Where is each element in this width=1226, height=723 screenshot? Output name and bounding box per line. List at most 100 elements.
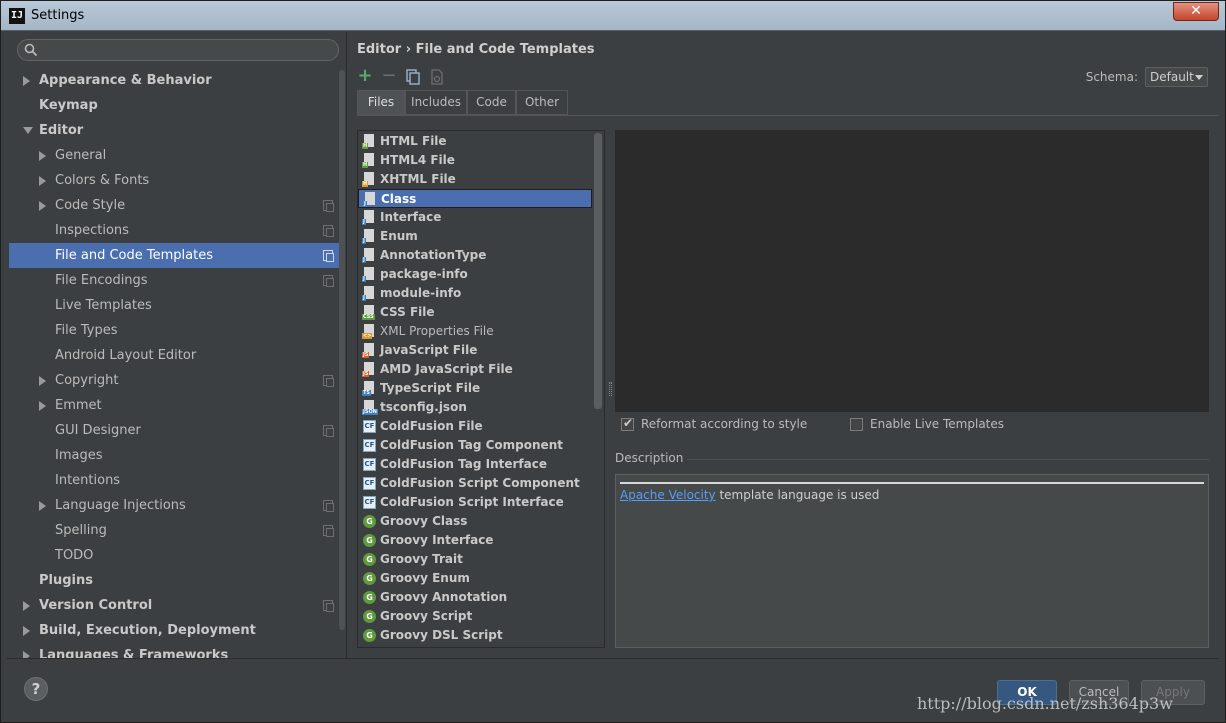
- sidebar-item-intentions[interactable]: Intentions: [9, 468, 345, 493]
- chevron-right-icon[interactable]: [23, 76, 30, 86]
- plus-icon: +: [357, 65, 373, 86]
- chevron-right-icon[interactable]: [39, 176, 46, 186]
- sidebar-item-editor[interactable]: Editor: [9, 118, 345, 143]
- reset-template-button[interactable]: [428, 68, 446, 86]
- template-item-html-file[interactable]: H HTML File: [358, 132, 592, 151]
- template-item-css-file[interactable]: CSS CSS File: [358, 303, 592, 322]
- template-item-coldfusion-tag-interface[interactable]: CF ColdFusion Tag Interface: [358, 455, 592, 474]
- chevron-right-icon[interactable]: [39, 151, 46, 161]
- template-item-xml-properties-file[interactable]: <> XML Properties File: [358, 322, 592, 341]
- chevron-right-icon[interactable]: [39, 401, 46, 411]
- template-item-interface[interactable]: J Interface: [358, 208, 592, 227]
- template-item-enum[interactable]: J Enum: [358, 227, 592, 246]
- schema-dropdown[interactable]: Default: [1145, 67, 1208, 87]
- close-icon: ✕: [1190, 3, 1202, 19]
- sidebar-item-android-layout-editor[interactable]: Android Layout Editor: [9, 343, 345, 368]
- template-editor[interactable]: [615, 130, 1209, 412]
- sidebar-item-language-injections[interactable]: Language Injections: [9, 493, 345, 518]
- template-item-annotationtype[interactable]: J AnnotationType: [358, 246, 592, 265]
- template-name: Groovy Trait: [380, 552, 463, 566]
- sidebar-item-images[interactable]: Images: [9, 443, 345, 468]
- template-item-coldfusion-script-interface[interactable]: CF ColdFusion Script Interface: [358, 493, 592, 512]
- sidebar-item-colors-fonts[interactable]: Colors & Fonts: [9, 168, 345, 193]
- schema-label: Schema:: [1085, 70, 1138, 84]
- groovy-icon: G: [362, 590, 376, 605]
- reformat-checkbox[interactable]: ✔: [621, 416, 634, 431]
- sidebar-item-plugins[interactable]: Plugins: [9, 568, 345, 593]
- remove-template-button[interactable]: −: [380, 67, 398, 86]
- chevron-right-icon[interactable]: [23, 651, 30, 658]
- template-item-groovy-dsl-script[interactable]: G Groovy DSL Script: [358, 626, 592, 645]
- settings-sidebar: Appearance & Behavior Keymap Editor General…: [7, 32, 347, 658]
- search-input[interactable]: [17, 39, 339, 61]
- sidebar-item-emmet[interactable]: Emmet: [9, 393, 345, 418]
- sidebar-scrollbar[interactable]: [339, 70, 345, 630]
- template-item-coldfusion-file[interactable]: CF ColdFusion File: [358, 417, 592, 436]
- template-item-javascript-file[interactable]: JS JavaScript File: [358, 341, 592, 360]
- tab-includes[interactable]: Includes: [405, 90, 467, 115]
- chevron-right-icon[interactable]: [39, 201, 46, 211]
- chevron-right-icon[interactable]: [39, 376, 46, 386]
- sidebar-item-copyright[interactable]: Copyright: [9, 368, 345, 393]
- sidebar-item-todo[interactable]: TODO: [9, 543, 345, 568]
- template-item-groovy-class[interactable]: G Groovy Class: [358, 512, 592, 531]
- breadcrumb: Editor › File and Code Templates: [357, 42, 595, 57]
- template-item-tsconfig-json[interactable]: JSON tsconfig.json: [358, 398, 592, 417]
- template-name: ColdFusion File: [380, 419, 483, 433]
- template-name: ColdFusion Tag Component: [380, 438, 563, 452]
- splitter-handle[interactable]: [609, 382, 612, 396]
- template-item-groovy-trait[interactable]: G Groovy Trait: [358, 550, 592, 569]
- sidebar-item-label: Plugins: [39, 573, 93, 588]
- question-icon: ?: [31, 680, 41, 698]
- sidebar-item-gui-designer[interactable]: GUI Designer: [9, 418, 345, 443]
- template-item-package-info[interactable]: Jpackage-info: [358, 265, 592, 284]
- tab-files[interactable]: Files: [357, 90, 405, 115]
- sidebar-item-file-and-code-templates[interactable]: File and Code Templates: [9, 243, 345, 268]
- template-item-xhtml-file[interactable]: H XHTML File: [358, 170, 592, 189]
- template-name: Groovy DSL Script: [380, 628, 503, 642]
- template-item-coldfusion-tag-component[interactable]: CF ColdFusion Tag Component: [358, 436, 592, 455]
- sidebar-item-file-encodings[interactable]: File Encodings: [9, 268, 345, 293]
- close-button[interactable]: ✕: [1173, 2, 1219, 21]
- help-button[interactable]: ?: [24, 677, 48, 701]
- sidebar-item-build-execution-deployment[interactable]: Build, Execution, Deployment: [9, 618, 345, 643]
- template-item-groovy-interface[interactable]: G Groovy Interface: [358, 531, 592, 550]
- template-item-coldfusion-script-component[interactable]: CF ColdFusion Script Component: [358, 474, 592, 493]
- groovy-icon: G: [362, 552, 376, 567]
- java-enum-icon: J: [362, 229, 376, 244]
- sidebar-item-languages-frameworks[interactable]: Languages & Frameworks: [9, 643, 345, 658]
- template-item-typescript-file[interactable]: TS TypeScript File: [358, 379, 592, 398]
- sidebar-item-live-templates[interactable]: Live Templates: [9, 293, 345, 318]
- sidebar-item-file-types[interactable]: File Types: [9, 318, 345, 343]
- template-item-class[interactable]: J Class: [358, 189, 592, 208]
- apache-velocity-link[interactable]: Apache Velocity: [620, 488, 716, 502]
- chevron-right-icon[interactable]: [23, 601, 30, 611]
- template-item-groovy-annotation[interactable]: G Groovy Annotation: [358, 588, 592, 607]
- live-templates-checkbox[interactable]: [850, 418, 863, 431]
- template-list-scrollbar[interactable]: [594, 133, 602, 409]
- title-bar[interactable]: IJ Settings ✕: [1, 1, 1225, 31]
- sidebar-item-appearance-behavior[interactable]: Appearance & Behavior: [9, 68, 345, 93]
- sidebar-item-version-control[interactable]: Version Control: [9, 593, 345, 618]
- template-item-amd-javascript-file[interactable]: JS AMD JavaScript File: [358, 360, 592, 379]
- copy-template-button[interactable]: [404, 68, 422, 86]
- sidebar-item-label: GUI Designer: [55, 423, 141, 438]
- sidebar-item-spelling[interactable]: Spelling: [9, 518, 345, 543]
- tab-other[interactable]: Other: [516, 90, 568, 115]
- description-body: template language is used: [715, 488, 880, 502]
- chevron-right-icon[interactable]: [23, 626, 30, 636]
- chevron-down-icon[interactable]: [23, 127, 33, 134]
- sidebar-item-keymap[interactable]: Keymap: [9, 93, 345, 118]
- tab-code[interactable]: Code: [467, 90, 516, 115]
- sidebar-item-code-style[interactable]: Code Style: [9, 193, 345, 218]
- template-item-module-info[interactable]: Jmodule-info: [358, 284, 592, 303]
- add-template-button[interactable]: +: [356, 65, 374, 86]
- project-scope-icon: [323, 200, 334, 212]
- template-item-groovy-enum[interactable]: G Groovy Enum: [358, 569, 592, 588]
- chevron-right-icon[interactable]: [39, 501, 46, 511]
- template-item-groovy-script[interactable]: G Groovy Script: [358, 607, 592, 626]
- description-box: Apache Velocity template language is use…: [615, 474, 1209, 648]
- sidebar-item-general[interactable]: General: [9, 143, 345, 168]
- sidebar-item-inspections[interactable]: Inspections: [9, 218, 345, 243]
- template-item-html4-file[interactable]: H HTML4 File: [358, 151, 592, 170]
